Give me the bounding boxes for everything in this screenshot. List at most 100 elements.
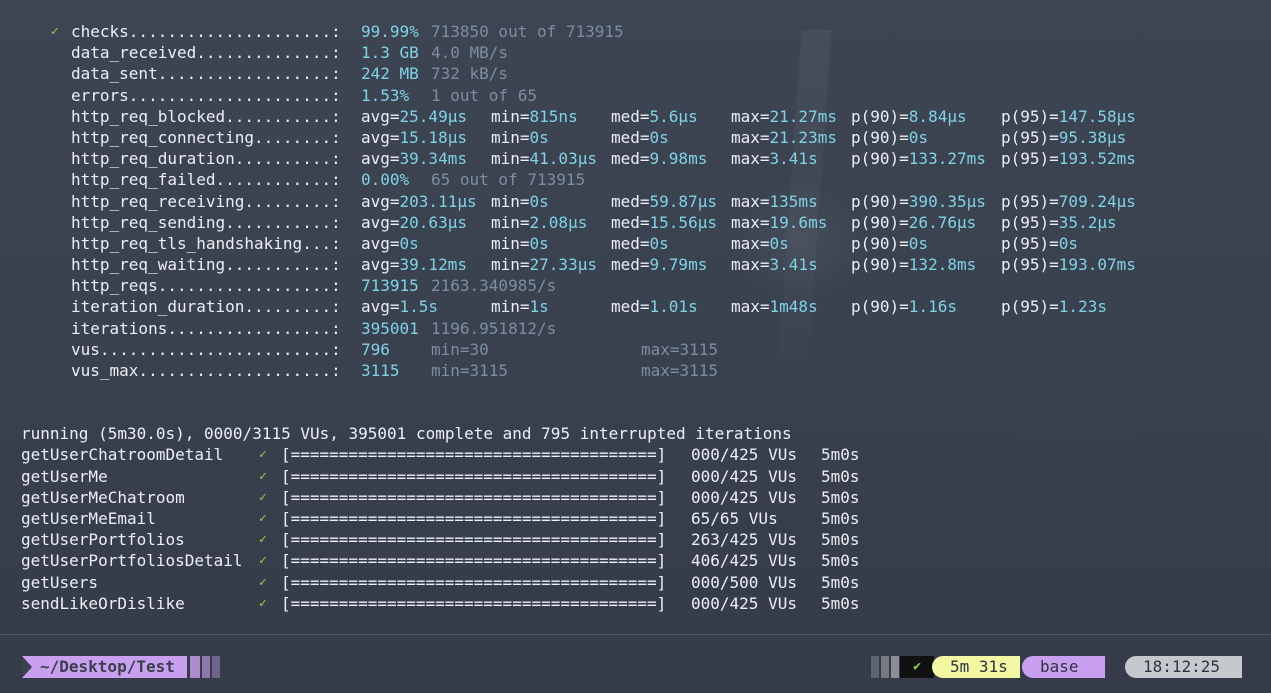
metric-stat: max=19.6ms — [731, 212, 828, 232]
running-summary-text: running (5m30.0s), 0000/3115 VUs, 395001… — [21, 424, 792, 444]
metric-name: iteration_duration.........: — [71, 297, 341, 317]
scenario-vus: 000/425 VUs — [691, 466, 797, 486]
metric-name: http_req_sending...........: — [71, 212, 341, 232]
metric-stat: min=27.33µs — [491, 255, 597, 275]
metric-stat: max=1m48s — [731, 297, 818, 317]
scenario-name: getUsers — [21, 572, 99, 592]
metric-stat: p(90)=390.35µs — [851, 191, 986, 211]
scenario-vus: 65/65 VUs — [691, 508, 778, 528]
scenario-duration: 5m0s — [821, 508, 860, 528]
progress-bar: [======================================] — [281, 508, 667, 528]
metric-stat: p(95)=1.23s — [1001, 297, 1107, 317]
progress-bar: [======================================] — [281, 551, 667, 571]
metric-name: errors.....................: — [71, 85, 341, 105]
metric-rate: 713850 out of 713915 — [431, 22, 624, 41]
metric-name: iterations.................: — [71, 318, 341, 338]
metric-stat: p(95)=95.38µs — [1001, 127, 1127, 147]
check-pass-icon: ✓ — [259, 447, 267, 463]
status-fade-3 — [891, 656, 899, 678]
check-pass-icon: ✓ — [259, 553, 267, 569]
metric-stat: avg=39.34ms — [361, 149, 467, 169]
metric-stat: max=3.41s — [731, 255, 818, 275]
metric-range: min=30 — [431, 339, 489, 359]
metric-stat: max=3.41s — [731, 149, 818, 169]
check-pass-icon: ✓ — [259, 468, 267, 484]
progress-bar: [======================================] — [281, 466, 667, 486]
progress-bar: [======================================] — [281, 572, 667, 592]
metric-name: http_req_tls_handshaking...: — [71, 233, 341, 253]
metric-stat: p(95)=193.52ms — [1001, 149, 1136, 169]
metric-stat: med=9.98ms — [611, 149, 708, 169]
metric-stat: p(90)=8.84µs — [851, 106, 967, 126]
check-pass-icon: ✓ — [259, 574, 267, 590]
metric-stat: med=59.87µs — [611, 191, 717, 211]
metric-stat: med=0s — [611, 233, 669, 253]
metric-stat: med=15.56µs — [611, 212, 717, 232]
metric-name: http_req_duration..........: — [71, 149, 341, 169]
prompt-fade-3 — [212, 656, 220, 678]
scenario-duration: 5m0s — [821, 593, 860, 613]
prompt-clock-tip — [1231, 656, 1241, 678]
metric-rate: 2163.340985/s — [431, 276, 557, 296]
metric-stat: avg=0s — [361, 233, 419, 253]
scenario-vus: 000/425 VUs — [691, 593, 797, 613]
scenario-duration: 5m0s — [821, 551, 860, 571]
metric-stat: med=5.6µs — [611, 106, 698, 126]
metric-value: 0.00% — [361, 170, 410, 190]
metric-stat: p(90)=26.76µs — [851, 212, 977, 232]
metric-stat: p(90)=0s — [851, 233, 929, 253]
metric-value: 796 — [361, 339, 390, 359]
metric-stat: avg=15.18µs — [361, 127, 467, 147]
scenario-vus: 406/425 VUs — [691, 551, 797, 571]
check-pass-icon: ✓ — [259, 510, 267, 526]
scenario-vus: 000/425 VUs — [691, 487, 797, 507]
scenario-name: getUserMeEmail — [21, 508, 156, 528]
metric-stat: p(90)=0s — [851, 127, 929, 147]
metric-name: http_req_receiving.........: — [71, 191, 341, 211]
prompt-directory: ~/Desktop/Test — [22, 656, 187, 678]
prompt-fade-1 — [190, 656, 200, 678]
metric-rate: 1196.951812/s — [431, 318, 557, 338]
metric-value: 713915 — [361, 276, 419, 296]
metric-name: vus........................: — [71, 339, 341, 359]
metric-stat: min=1s — [491, 297, 549, 317]
metric-value: 99.99% — [361, 22, 419, 41]
metric-stat: avg=20.63µs — [361, 212, 467, 232]
metric-stat: min=41.03µs — [491, 149, 597, 169]
metric-stat: min=0s — [491, 191, 549, 211]
metric-range: min=3115 — [431, 361, 509, 380]
prompt-separator — [0, 634, 1271, 635]
metric-rate: 65 out of 713915 — [431, 170, 586, 190]
status-fade-2 — [881, 656, 889, 678]
metric-stat: p(90)=133.27ms — [851, 149, 986, 169]
metric-name: http_reqs..................: — [71, 276, 341, 296]
progress-bar: [======================================] — [281, 487, 667, 507]
status-fade-1 — [871, 656, 879, 678]
metric-stat: p(95)=35.2µs — [1001, 212, 1117, 232]
shell-prompt-bar: ~/Desktop/Test ✔ 5m 31s base 18:12:25 — [0, 656, 1271, 678]
metric-value: 3115 — [361, 361, 400, 380]
metric-stat: med=9.79ms — [611, 255, 708, 275]
scenario-duration: 5m0s — [821, 572, 860, 592]
check-pass-icon: ✓ — [51, 24, 59, 39]
metric-stat: p(95)=0s — [1001, 233, 1079, 253]
scenario-duration: 5m0s — [821, 445, 860, 465]
metric-stat: avg=203.11µs — [361, 191, 477, 211]
metric-value: 1.3 GB — [361, 43, 419, 63]
metric-name: checks.....................: — [71, 22, 341, 41]
scenario-vus: 263/425 VUs — [691, 530, 797, 550]
prompt-fade-2 — [202, 656, 210, 678]
metric-stat: p(90)=1.16s — [851, 297, 957, 317]
metric-stat: max=21.23ms — [731, 127, 837, 147]
command-duration: 5m 31s — [932, 656, 1020, 678]
conda-env: base — [1022, 656, 1105, 678]
metric-stat: avg=25.49µs — [361, 106, 467, 126]
check-pass-icon: ✓ — [259, 595, 267, 611]
metric-stat: min=0s — [491, 127, 549, 147]
metric-stat: min=0s — [491, 233, 549, 253]
metric-value: 242 MB — [361, 64, 419, 84]
check-pass-icon: ✓ — [259, 532, 267, 548]
metric-stat: avg=1.5s — [361, 297, 439, 317]
metric-stat: max=21.27ms — [731, 106, 837, 126]
metric-stat: p(95)=147.58µs — [1001, 106, 1136, 126]
